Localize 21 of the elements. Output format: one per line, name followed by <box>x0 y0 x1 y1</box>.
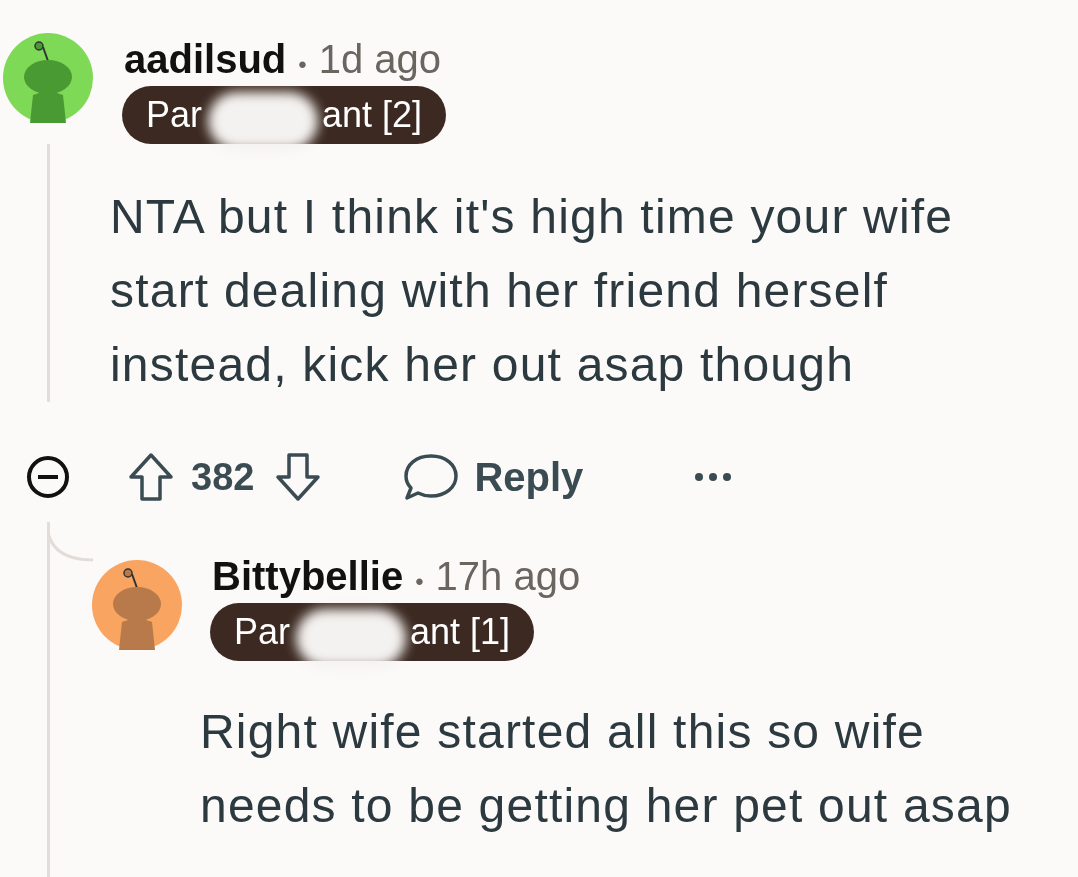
more-options-icon[interactable] <box>693 471 734 483</box>
collapse-icon[interactable] <box>25 454 71 500</box>
flair-text: Par <box>146 94 203 136</box>
username[interactable]: Bittybellie <box>212 554 404 599</box>
comment-text: NTA but I think it's high time your wife start dealing with her friend herself instead, kick her out asap though <box>109 189 955 393</box>
downvote-icon[interactable] <box>274 451 323 503</box>
flair-text: Par <box>234 611 291 653</box>
timestamp: 1d ago <box>318 37 441 82</box>
vote-count: 382 <box>191 455 255 499</box>
upvote-icon[interactable] <box>127 451 175 503</box>
separator-dot: • <box>298 51 307 79</box>
username[interactable]: aadilsud <box>124 37 287 82</box>
comment-text: Right wife started all this so wife needs to be getting her pet out asap <box>199 704 1013 834</box>
flair-text: ant [2] <box>322 94 423 136</box>
flair-text: ant [1] <box>410 611 511 653</box>
comment-icon <box>402 451 461 503</box>
avatar-icon <box>3 33 93 123</box>
avatar-icon <box>92 560 182 650</box>
timestamp: 17h ago <box>435 554 581 599</box>
reply-button[interactable]: Reply <box>402 451 584 503</box>
separator-dot: • <box>415 568 424 596</box>
